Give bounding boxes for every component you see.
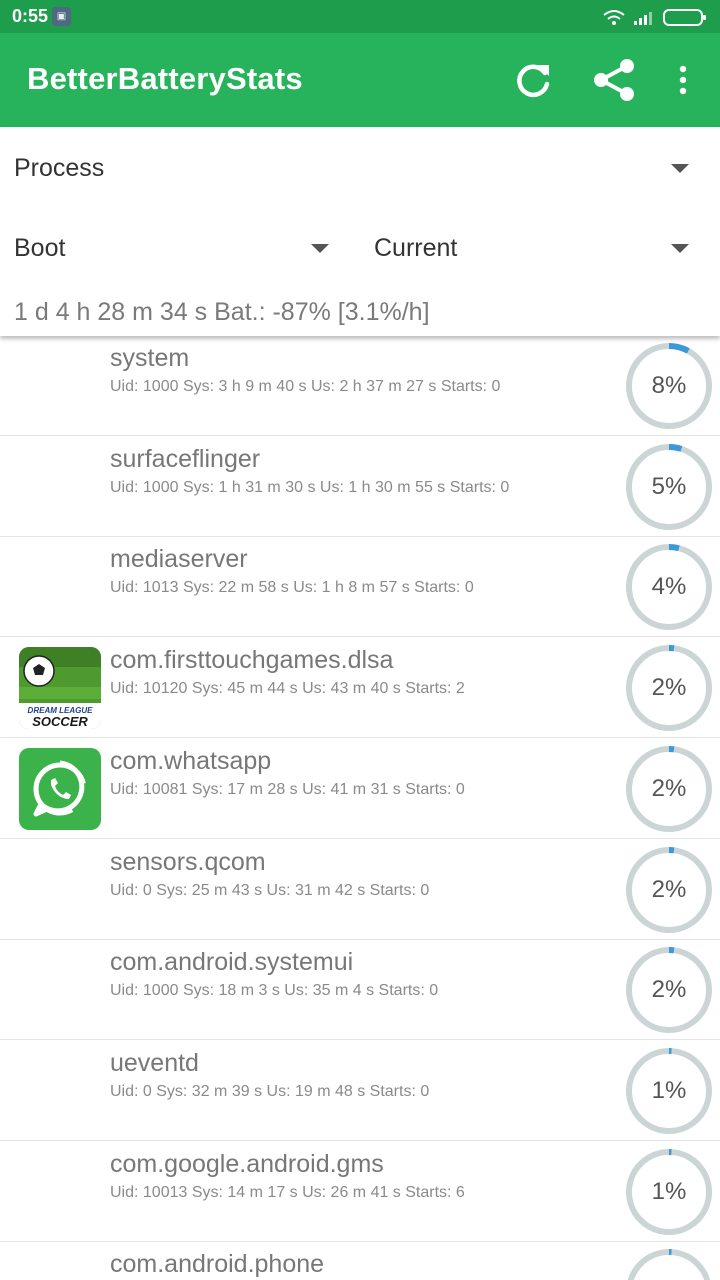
- process-name: com.whatsapp: [110, 746, 272, 775]
- usage-gauge: 2%: [624, 744, 714, 834]
- usage-gauge: 1%: [624, 1147, 714, 1237]
- process-detail: Uid: 1000 Sys: 18 m 3 s Us: 35 m 4 s Sta…: [110, 982, 439, 1000]
- to-value: Current: [374, 234, 458, 262]
- process-name: com.google.android.gms: [110, 1149, 384, 1178]
- process-name: sensors.qcom: [110, 847, 266, 876]
- usage-percent: 2%: [651, 875, 687, 903]
- process-name: com.android.systemui: [110, 948, 354, 977]
- refresh-button[interactable]: [508, 55, 560, 105]
- usage-percent: 1%: [651, 1177, 687, 1205]
- process-detail: Uid: 1000 Sys: 3 h 9 m 40 s Us: 2 h 37 m…: [110, 378, 501, 395]
- chevron-down-icon: [311, 244, 329, 253]
- dream-league-soccer-icon: DREAM LEAGUE SOCCER: [19, 647, 101, 730]
- process-row[interactable]: ueventd Uid: 0 Sys: 32 m 39 s Us: 19 m 48…: [0, 1041, 720, 1141]
- status-bar: 0:55 ▣: [0, 0, 720, 33]
- process-list[interactable]: system Uid: 1000 Sys: 3 h 9 m 40 s Us: 2 …: [0, 336, 720, 1280]
- refresh-icon: [517, 64, 550, 98]
- app-toolbar: BetterBatteryStats: [0, 33, 720, 127]
- usage-percent: 4%: [651, 573, 687, 601]
- app-title: BetterBatteryStats: [27, 61, 303, 96]
- whatsapp-icon: [19, 747, 101, 830]
- usage-gauge: 8%: [624, 341, 714, 431]
- share-button[interactable]: [588, 55, 640, 105]
- process-detail: Uid: 0 Sys: 25 m 43 s Us: 31 m 42 s Star…: [110, 881, 430, 899]
- usage-percent: 2%: [651, 976, 687, 1004]
- usage-gauge: 2%: [624, 845, 714, 935]
- process-detail: Uid: 1013 Sys: 22 m 58 s Us: 1 h 8 m 57 …: [110, 579, 474, 597]
- process-row[interactable]: system Uid: 1000 Sys: 3 h 9 m 40 s Us: 2 …: [0, 336, 720, 436]
- process-row[interactable]: surfaceflinger Uid: 1000 Sys: 1 h 31 m 30…: [0, 437, 720, 537]
- icon-text-2: SOCCER: [32, 714, 88, 729]
- process-row[interactable]: com.whatsapp Uid: 10081 Sys: 17 m 28 s Us…: [0, 739, 720, 839]
- usage-percent: 2%: [651, 674, 687, 702]
- chevron-down-icon: [671, 164, 689, 173]
- more-vert-icon: [679, 65, 687, 95]
- process-detail: Uid: 1000 Sys: 1 h 31 m 30 s Us: 1 h 30 …: [110, 478, 510, 496]
- usage-percent: [624, 1247, 714, 1280]
- chevron-down-icon: [671, 244, 689, 253]
- process-row[interactable]: com.google.android.gms Uid: 10013 Sys: 14…: [0, 1142, 720, 1242]
- since-summary: 1 d 4 h 28 m 34 s Bat.: -87% [3.1%/h]: [14, 298, 430, 326]
- usage-gauge: 2%: [624, 945, 714, 1035]
- process-detail: Uid: 10081 Sys: 17 m 28 s Us: 41 m 31 s …: [110, 780, 465, 798]
- usage-gauge: 4%: [624, 542, 714, 632]
- battery-icon: [663, 9, 706, 26]
- filter-panel: Process Boot Current 1 d 4 h 28 m 34 s B…: [0, 127, 720, 336]
- process-name: surfaceflinger: [110, 444, 261, 473]
- stat-type-value: Process: [14, 154, 105, 182]
- process-row[interactable]: DREAM LEAGUE SOCCER com.firsttouchgames.dl…: [0, 638, 720, 739]
- usage-gauge: 1%: [624, 1046, 714, 1136]
- wifi-icon: [603, 10, 625, 25]
- usage-gauge: [624, 1247, 714, 1280]
- usage-percent: 1%: [651, 1076, 687, 1104]
- process-detail: Uid: 10120 Sys: 45 m 44 s Us: 43 m 40 s …: [110, 680, 465, 698]
- process-name: system: [110, 344, 190, 372]
- process-name: com.android.phone: [110, 1250, 325, 1279]
- status-icons: [603, 9, 706, 26]
- process-row[interactable]: com.android.systemui Uid: 1000 Sys: 18 m …: [0, 940, 720, 1041]
- usage-gauge: 5%: [624, 442, 714, 532]
- process-name: ueventd: [110, 1048, 199, 1077]
- usage-gauge: 2%: [624, 643, 714, 733]
- process-detail: Uid: 0 Sys: 32 m 39 s Us: 19 m 48 s Star…: [110, 1082, 430, 1100]
- usage-percent: 2%: [651, 774, 687, 802]
- process-row[interactable]: mediaserver Uid: 1013 Sys: 22 m 58 s Us: …: [0, 537, 720, 638]
- process-name: com.firsttouchgames.dlsa: [110, 646, 394, 675]
- share-icon: [594, 59, 634, 101]
- status-time: 0:55: [12, 6, 49, 26]
- usage-percent: 5%: [651, 472, 687, 500]
- overflow-menu-button[interactable]: [668, 55, 698, 105]
- from-value: Boot: [14, 234, 66, 262]
- process-row[interactable]: sensors.qcom Uid: 0 Sys: 25 m 43 s Us: 31…: [0, 840, 720, 940]
- signal-icon: [634, 12, 652, 25]
- process-detail: Uid: 10013 Sys: 14 m 17 s Us: 26 m 41 s …: [110, 1183, 465, 1201]
- process-row[interactable]: com.android.phone: [0, 1242, 720, 1280]
- process-name: mediaserver: [110, 545, 248, 574]
- image-notification-icon: ▣: [52, 7, 71, 26]
- usage-percent: 8%: [651, 372, 687, 399]
